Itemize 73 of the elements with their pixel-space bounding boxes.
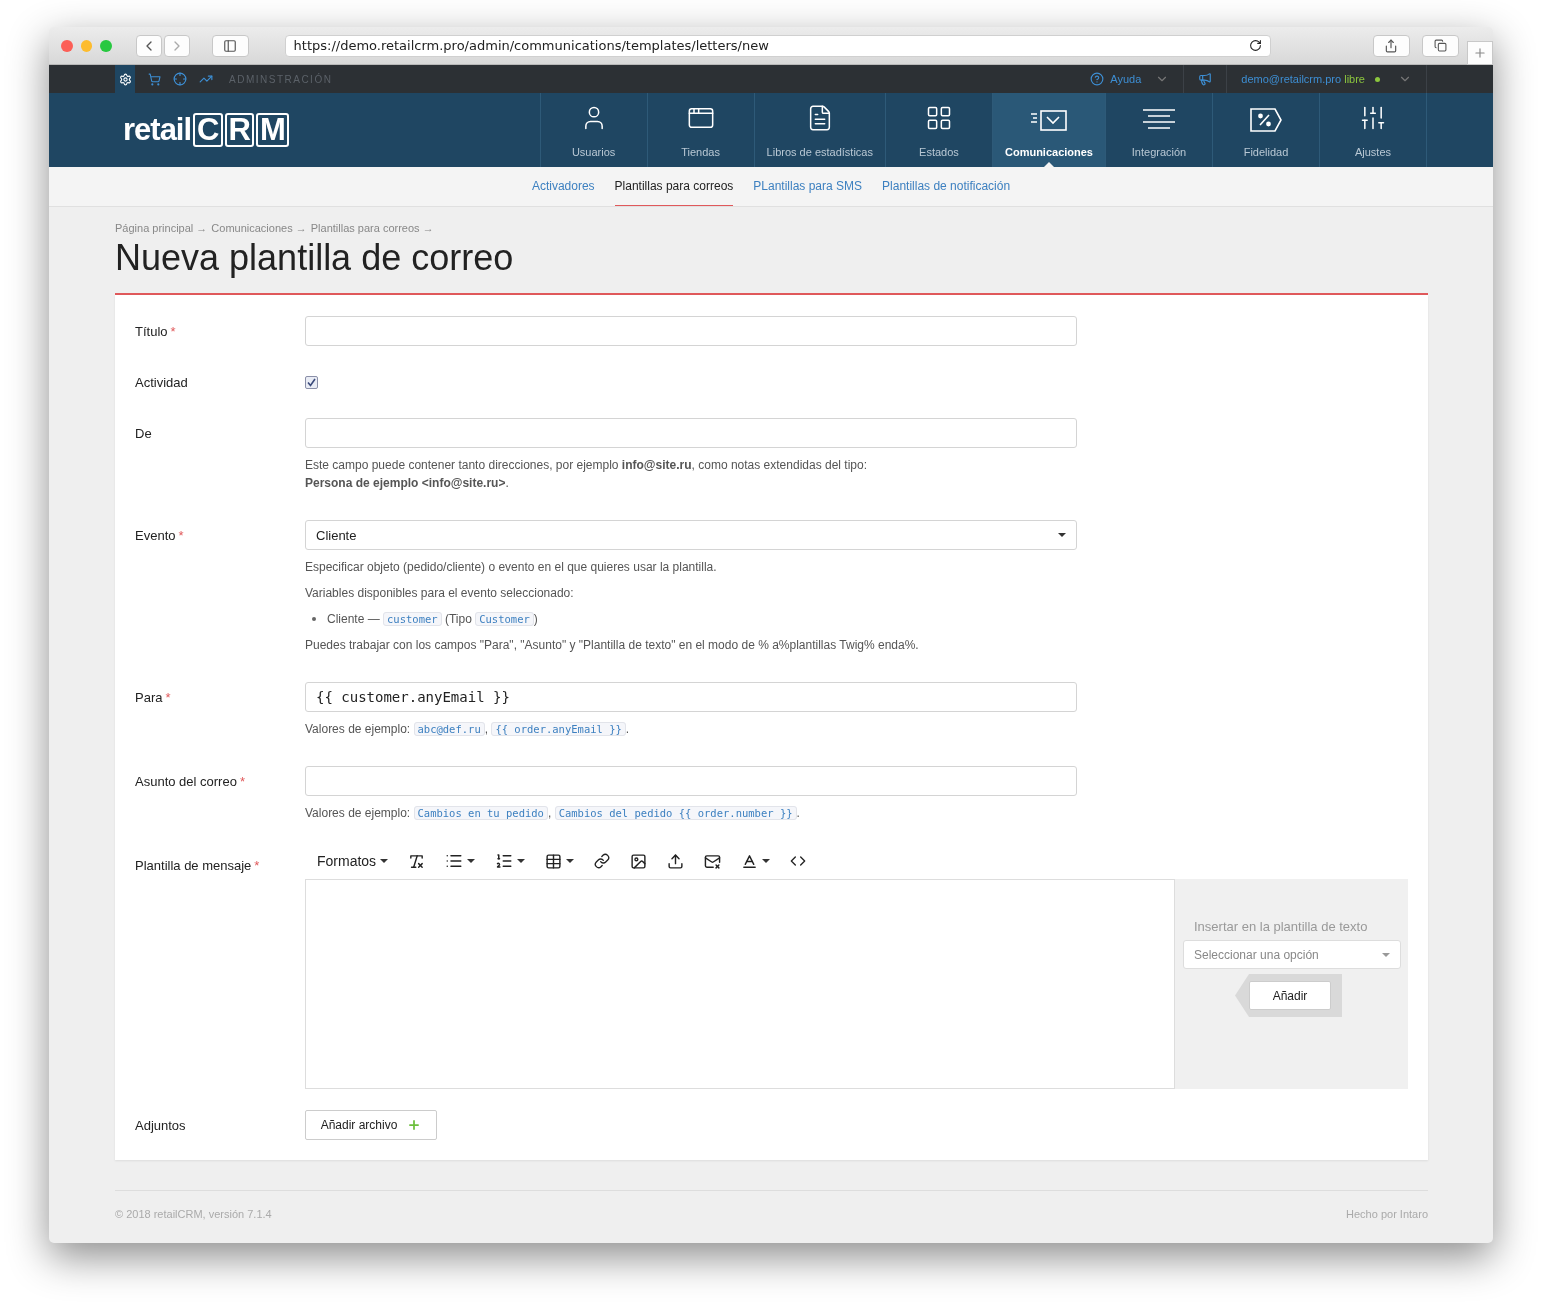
image-icon <box>630 852 648 870</box>
close-icon[interactable] <box>61 39 73 52</box>
nav-tab[interactable]: Comunicaciones <box>992 93 1106 167</box>
add-file-button[interactable]: Añadir archivo <box>305 1110 437 1140</box>
select-field[interactable]: Cliente <box>305 520 1077 550</box>
field-label: Adjuntos <box>135 1117 186 1133</box>
field-label: Evento * <box>135 527 184 543</box>
sub-tab[interactable]: Activadores <box>531 167 595 206</box>
code-snippet: Cambios en tu pedido <box>413 806 548 820</box>
add-button[interactable]: Añadir <box>1249 981 1331 1010</box>
envelope-icon <box>1030 110 1068 132</box>
copyright-text: © 2018 retailCRM, versión 7.1.4 <box>115 1208 272 1220</box>
breadcrumb-link[interactable]: Plantillas para correos → <box>310 222 434 234</box>
sub-tab[interactable]: PLantillas para SMS <box>753 167 863 206</box>
numbered-list-icon <box>495 852 514 870</box>
logo[interactable]: retail C R M <box>123 93 540 167</box>
code-snippet: Cambios del pedido {{ order.number }} <box>554 806 797 820</box>
breadcrumb-link[interactable]: Página principal → <box>115 222 208 234</box>
select-field[interactable]: Seleccionar una opción <box>1183 940 1401 969</box>
sub-tab[interactable]: Plantillas de notificación <box>882 167 1011 206</box>
lines-icon <box>1142 108 1176 132</box>
formats-dropdown[interactable]: Formatos <box>309 847 397 875</box>
upload-icon <box>667 852 685 870</box>
text-field[interactable]: {{ customer.anyEmail }} <box>305 682 1077 712</box>
sidebar-icon <box>223 38 238 53</box>
text-color-icon <box>741 852 759 870</box>
field-label: Título * <box>135 323 176 339</box>
address-bar[interactable]: https://demo.retailcrm.pro/admin/communications/templates/letters/new <box>284 34 1271 57</box>
plus-icon <box>1473 46 1487 60</box>
code-snippet: Customer <box>475 612 534 626</box>
field-label: De <box>135 425 152 441</box>
help-menu[interactable]: Ayuda <box>1076 65 1184 93</box>
table-icon <box>545 852 563 870</box>
example-values: Valores de ejemplo: Cambios en tu pedido , Cambios del pedido {{ order.number }} . <box>305 805 800 822</box>
help-text: Especificar objeto (pedido/cliente) o evento en el que quieres usar la plantilla. <box>305 559 717 576</box>
code-snippet: {{ order.anyEmail }} <box>491 722 626 736</box>
link-icon <box>594 853 611 869</box>
panel-label: Insertar en la plantilla de texto <box>1194 919 1368 934</box>
field-label: Actividad <box>135 374 188 390</box>
help-text: Variables disponibles para el evento seleccionado: <box>305 585 574 602</box>
help-text: Puedes trabajar con los campos "Para", "Asunto" y "Plantilla de texto" en el modo de % a%plantillas Twig% enda%. <box>305 637 919 654</box>
code-icon <box>790 853 807 869</box>
plus-icon <box>407 1118 422 1132</box>
code-snippet: customer <box>383 612 442 626</box>
share-icon <box>1384 38 1399 53</box>
share-button[interactable] <box>1372 34 1410 57</box>
field-label: Para * <box>135 689 171 705</box>
bullet-list-icon <box>445 852 464 870</box>
sliders-icon <box>1359 104 1387 132</box>
bullet-icon <box>312 617 316 621</box>
megaphone-icon <box>1198 72 1213 86</box>
text-field[interactable] <box>305 316 1077 346</box>
checkbox[interactable] <box>305 375 318 389</box>
breadcrumb-link[interactable]: Comunicaciones → <box>211 222 307 234</box>
example-values: Valores de ejemplo: abc@def.ru , {{ order.anyEmail }} . <box>305 721 630 738</box>
tabs-icon <box>1433 39 1447 52</box>
help-icon <box>1090 72 1105 86</box>
sub-tab[interactable]: Plantillas para correos <box>614 167 734 206</box>
reload-icon <box>1248 39 1262 52</box>
field-label: Plantilla de mensaje * <box>135 857 260 873</box>
variable-item: Cliente — customer (Tipo Customer ) <box>327 611 538 628</box>
settings-icon[interactable] <box>115 65 135 93</box>
percent-tag-icon <box>1250 108 1282 132</box>
clear-format-icon <box>408 852 426 870</box>
text-field[interactable] <box>305 418 1077 448</box>
envelope-icon <box>704 852 722 870</box>
tabs-button[interactable] <box>1421 34 1459 57</box>
status-dot <box>1375 76 1380 82</box>
code-snippet: abc@def.ru <box>413 722 485 736</box>
help-text: Este campo puede contener tanto direcciones, por ejemplo info@site.ru, como notas extendidas del tipo: Persona de ejemplo <info@site.ru>. <box>305 457 867 492</box>
text-field[interactable] <box>305 766 1077 796</box>
field-label: Asunto del correo * <box>135 773 245 789</box>
sidebar-button[interactable] <box>211 34 249 57</box>
